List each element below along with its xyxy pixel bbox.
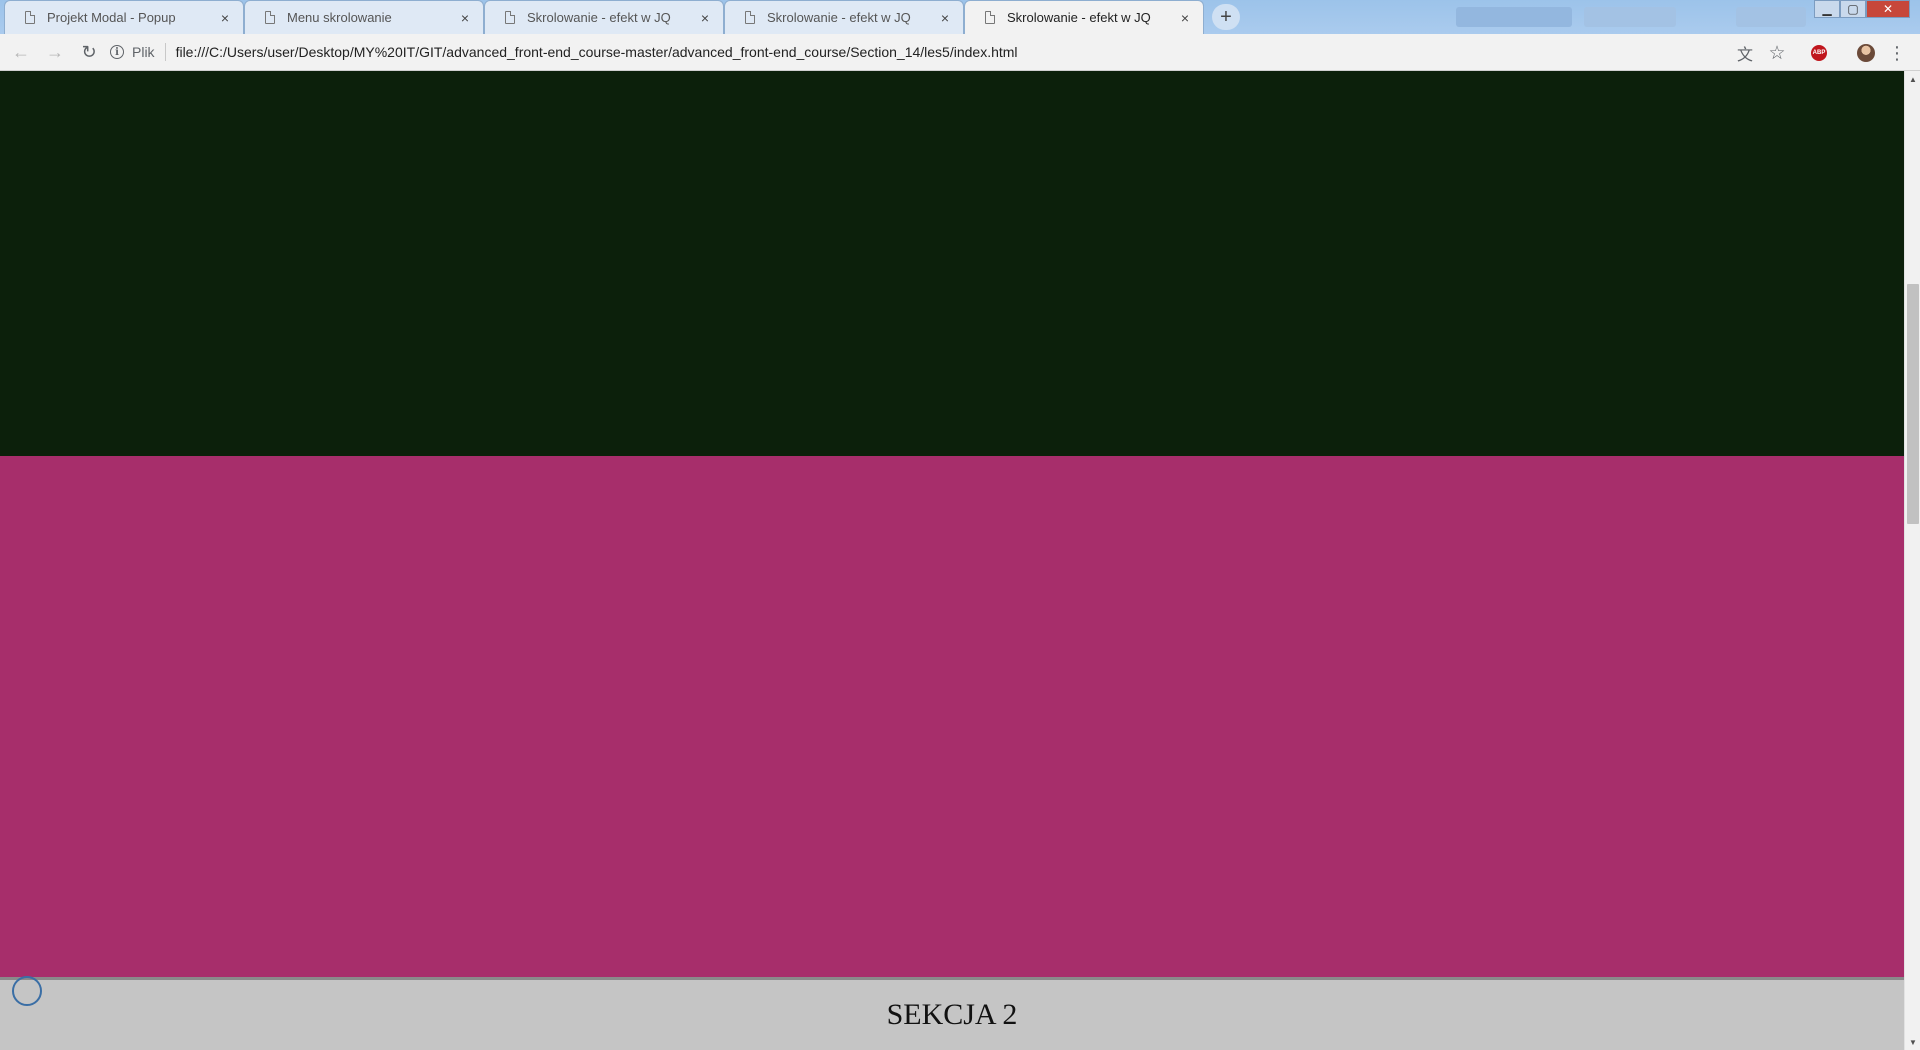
profile-avatar[interactable]: [1855, 42, 1877, 64]
close-icon[interactable]: ×: [457, 10, 473, 26]
scroll-up-icon[interactable]: ▲: [1905, 71, 1920, 87]
tab-skrolowanie-1[interactable]: Skrolowanie - efekt w JQ ×: [484, 0, 724, 34]
tab-title: Skrolowanie - efekt w JQ: [527, 10, 671, 25]
bookmark-star-icon[interactable]: ☆: [1766, 42, 1788, 64]
forward-button[interactable]: →: [40, 37, 70, 67]
tab-skrolowanie-active[interactable]: Skrolowanie - efekt w JQ ×: [964, 0, 1204, 34]
document-icon: [505, 11, 515, 24]
tab-title: Projekt Modal - Popup: [47, 10, 176, 25]
reload-button[interactable]: ↻: [74, 37, 104, 67]
menu-icon[interactable]: ⋮: [1886, 42, 1908, 64]
scheme-label: Plik: [132, 44, 155, 60]
translate-icon[interactable]: 文: [1734, 42, 1756, 64]
adblock-plus-icon[interactable]: ABP: [1808, 42, 1830, 64]
tab-projekt-modal[interactable]: Projekt Modal - Popup ×: [4, 0, 244, 34]
scroll-down-icon[interactable]: ▼: [1905, 1034, 1920, 1050]
minimize-button[interactable]: ▁: [1814, 0, 1840, 18]
maximize-button[interactable]: ▢: [1840, 0, 1866, 18]
url-text[interactable]: file:///C:/Users/user/Desktop/MY%20IT/GI…: [176, 44, 1018, 60]
address-bar[interactable]: i Plik file:///C:/Users/user/Desktop/MY%…: [110, 38, 1835, 66]
pink-section: [0, 456, 1904, 977]
section-heading: SEKCJA 2: [886, 998, 1018, 1031]
blurred-region: [1736, 7, 1806, 27]
window-close-button[interactable]: ✕: [1866, 0, 1910, 18]
abp-badge: ABP: [1811, 45, 1827, 61]
close-icon[interactable]: ×: [937, 10, 953, 26]
blurred-region: [1456, 7, 1572, 27]
tab-title: Menu skrolowanie: [287, 10, 392, 25]
tab-menu-skrolowanie[interactable]: Menu skrolowanie ×: [244, 0, 484, 34]
document-icon: [985, 11, 995, 24]
close-icon[interactable]: ×: [1177, 10, 1193, 26]
page-viewport: SEKCJA 2: [0, 71, 1904, 1050]
browser-toolbar: ← → ↻ i Plik file:///C:/Users/user/Deskt…: [0, 34, 1920, 71]
circle-icon: [12, 976, 42, 1006]
info-icon[interactable]: i: [110, 45, 124, 59]
document-icon: [265, 11, 275, 24]
avatar: [1857, 44, 1875, 62]
dark-section: [0, 71, 1904, 456]
tab-skrolowanie-2[interactable]: Skrolowanie - efekt w JQ ×: [724, 0, 964, 34]
separator: [164, 43, 166, 61]
back-button[interactable]: ←: [6, 37, 36, 67]
vertical-scrollbar[interactable]: ▲ ▼: [1904, 71, 1920, 1050]
scroll-thumb[interactable]: [1907, 284, 1919, 524]
close-icon[interactable]: ×: [697, 10, 713, 26]
section-2: SEKCJA 2: [0, 977, 1904, 1050]
tab-title: Skrolowanie - efekt w JQ: [1007, 10, 1151, 25]
blurred-region: [1584, 7, 1676, 27]
new-tab-button[interactable]: +: [1212, 4, 1240, 30]
tab-title: Skrolowanie - efekt w JQ: [767, 10, 911, 25]
document-icon: [25, 11, 35, 24]
close-icon[interactable]: ×: [217, 10, 233, 26]
tab-strip: Projekt Modal - Popup × Menu skrolowanie…: [0, 0, 1920, 34]
document-icon: [745, 11, 755, 24]
